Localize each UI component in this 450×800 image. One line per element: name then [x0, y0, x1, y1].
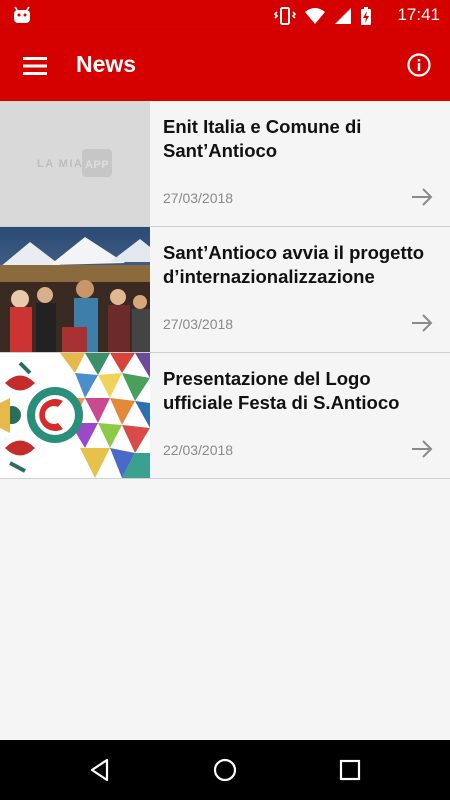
status-icons [274, 7, 372, 25]
info-icon[interactable] [406, 52, 432, 78]
arrow-right-icon[interactable] [410, 311, 434, 335]
news-title: Presentazione del Logo ufficiale Festa d… [163, 368, 400, 413]
arrow-right-icon[interactable] [410, 437, 434, 461]
app-logo-placeholder: LA MIA APP [37, 149, 112, 177]
news-thumbnail-festival-logo [0, 353, 150, 478]
status-bar: 17:41 [0, 0, 450, 31]
news-date: 27/03/2018 [163, 316, 234, 332]
svg-text:LA MIA: LA MIA [37, 158, 83, 170]
news-title: Enit Italia e Comune di Sant’Antioco [163, 116, 362, 161]
home-icon[interactable] [213, 758, 237, 782]
svg-text:APP: APP [85, 159, 109, 171]
news-thumbnail-event-photo [0, 227, 150, 352]
back-icon[interactable] [88, 758, 112, 782]
news-thumbnail-placeholder: LA MIA APP [0, 101, 150, 226]
news-item[interactable]: Presentazione del Logo ufficiale Festa d… [0, 353, 450, 479]
news-date: 22/03/2018 [163, 442, 234, 458]
vibrate-icon [274, 7, 296, 25]
recents-icon[interactable] [338, 758, 362, 782]
battery-charging-icon [361, 7, 371, 25]
wifi-icon [305, 8, 325, 24]
page-title: News [76, 51, 137, 77]
android-icon [14, 6, 30, 23]
news-item[interactable]: LA MIA APP Enit Italia e Comune di Sant’… [0, 101, 450, 227]
news-date: 27/03/2018 [163, 190, 234, 206]
signal-icon [335, 8, 351, 24]
app-bar: News [0, 31, 450, 101]
menu-icon[interactable] [22, 53, 48, 79]
news-item[interactable]: Sant’Antioco avvia il progetto d’interna… [0, 227, 450, 353]
news-title: Sant’Antioco avvia il progetto d’interna… [163, 242, 425, 287]
arrow-right-icon[interactable] [410, 185, 434, 209]
status-time: 17:41 [397, 5, 440, 24]
news-list: LA MIA APP Enit Italia e Comune di Sant’… [0, 101, 450, 479]
system-nav-bar [0, 740, 450, 800]
